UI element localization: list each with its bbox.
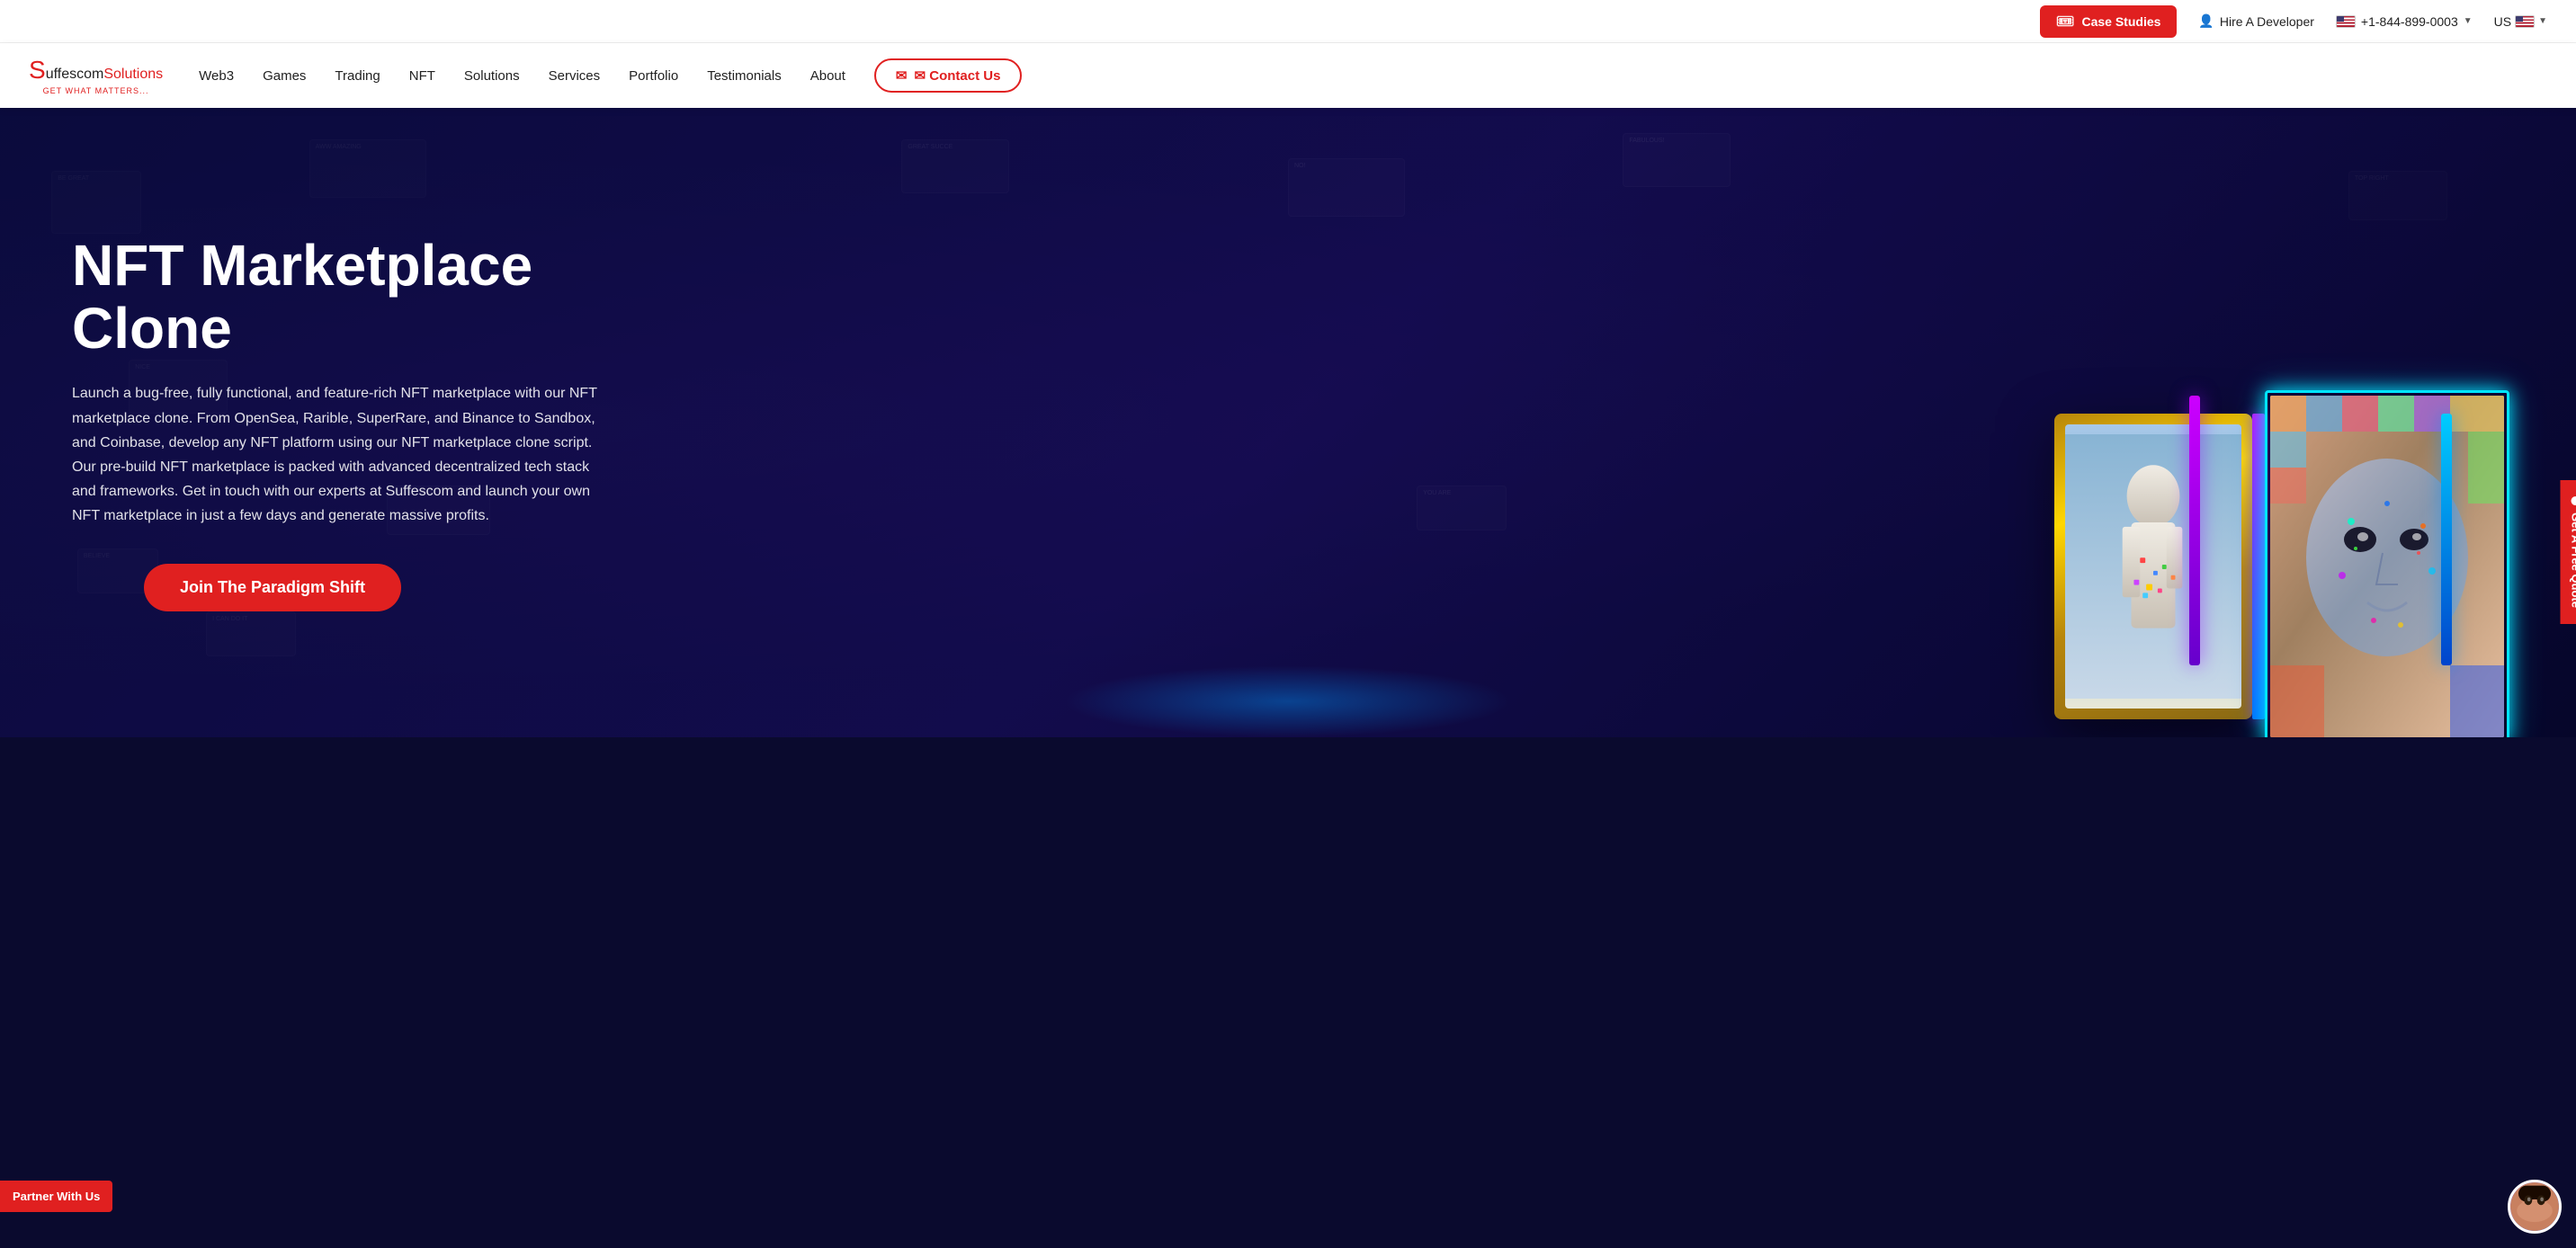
logo-s: S xyxy=(29,56,46,84)
hero-cta-button[interactable]: Join The Paradigm Shift xyxy=(144,564,401,611)
nav-links: Web3 Games Trading NFT Solutions Service… xyxy=(199,58,2547,93)
nft-purple-bar xyxy=(2252,414,2265,719)
nft-left-bar xyxy=(2189,396,2200,665)
logo-inner: SuffescomSolutions GET WHAT MATTERS... xyxy=(29,56,163,95)
nav-link-games[interactable]: Games xyxy=(263,68,306,84)
phone-number[interactable]: +1-844-899-0003 ▼ xyxy=(2336,14,2473,29)
case-studies-label: Case Studies xyxy=(2081,14,2160,29)
nav-link-about[interactable]: About xyxy=(810,68,845,84)
quote-label: Get A Free Quote xyxy=(2570,513,2576,608)
nft-frame-digital-inner xyxy=(2270,396,2504,737)
case-studies-icon: 🎟 xyxy=(2056,13,2074,31)
nav-link-solutions[interactable]: Solutions xyxy=(464,68,520,84)
nav-link-testimonials[interactable]: Testimonials xyxy=(707,68,782,84)
hire-developer-link[interactable]: 👤 Hire A Developer xyxy=(2198,13,2314,29)
envelope-icon: ✉ xyxy=(896,67,908,84)
contact-us-label: ✉ Contact Us xyxy=(915,67,1001,84)
phone-label: +1-844-899-0003 xyxy=(2361,14,2458,29)
nft-statue-svg xyxy=(2065,424,2241,709)
region-flag-icon xyxy=(2515,15,2535,28)
logo-tagline: GET WHAT MATTERS... xyxy=(29,86,163,95)
avatar-svg xyxy=(2510,1180,2559,1234)
nft-floor-glow xyxy=(1063,665,1513,737)
hero-section: BE GREAT NICE BELIEVE AWW AMAZING BE AWE… xyxy=(0,108,2576,737)
partner-with-us-button[interactable]: Partner With Us xyxy=(0,1181,112,1212)
logo[interactable]: SuffescomSolutions GET WHAT MATTERS... xyxy=(29,56,163,95)
nft-frame-classical xyxy=(2054,414,2252,719)
region-selector[interactable]: US ▼ xyxy=(2494,14,2547,29)
logo-solutions-text: Solutions xyxy=(103,67,163,82)
get-free-quote-button[interactable]: Get A Free Quote xyxy=(2561,480,2576,624)
top-bar: 🎟 Case Studies 👤 Hire A Developer +1-844… xyxy=(0,0,2576,43)
logo-uffescom: uffescom xyxy=(46,67,104,82)
contact-us-button[interactable]: ✉ ✉ Contact Us xyxy=(874,58,1023,93)
nav-link-web3[interactable]: Web3 xyxy=(199,68,234,84)
nft-frame-classical-inner xyxy=(2065,424,2241,709)
region-label: US xyxy=(2494,14,2511,29)
navbar: SuffescomSolutions GET WHAT MATTERS... W… xyxy=(0,43,2576,108)
nft-right-bar xyxy=(2441,414,2452,665)
nav-link-trading[interactable]: Trading xyxy=(335,68,380,84)
user-icon: 👤 xyxy=(2198,13,2214,29)
nft-frame-digital xyxy=(2270,396,2504,737)
nav-link-nft[interactable]: NFT xyxy=(409,68,435,84)
case-studies-button[interactable]: 🎟 Case Studies xyxy=(2040,5,2177,38)
partner-label: Partner With Us xyxy=(13,1190,100,1203)
us-flag-icon xyxy=(2336,15,2356,28)
logo-wordmark: SuffescomSolutions xyxy=(29,56,163,85)
nav-link-portfolio[interactable]: Portfolio xyxy=(629,68,678,84)
hero-content: NFT Marketplace Clone Launch a bug-free,… xyxy=(0,180,684,666)
hero-description: Launch a bug-free, fully functional, and… xyxy=(72,381,612,528)
phone-chevron-icon: ▼ xyxy=(2464,16,2473,26)
nav-link-services[interactable]: Services xyxy=(549,68,601,84)
hero-title: NFT Marketplace Clone xyxy=(72,234,612,361)
nft-digital-face-svg xyxy=(2270,396,2504,737)
hire-developer-label: Hire A Developer xyxy=(2220,14,2314,29)
chat-avatar[interactable] xyxy=(2508,1180,2562,1234)
nft-art-display xyxy=(2054,396,2504,737)
quote-dot-icon xyxy=(2572,496,2576,505)
region-chevron-icon: ▼ xyxy=(2538,16,2547,26)
